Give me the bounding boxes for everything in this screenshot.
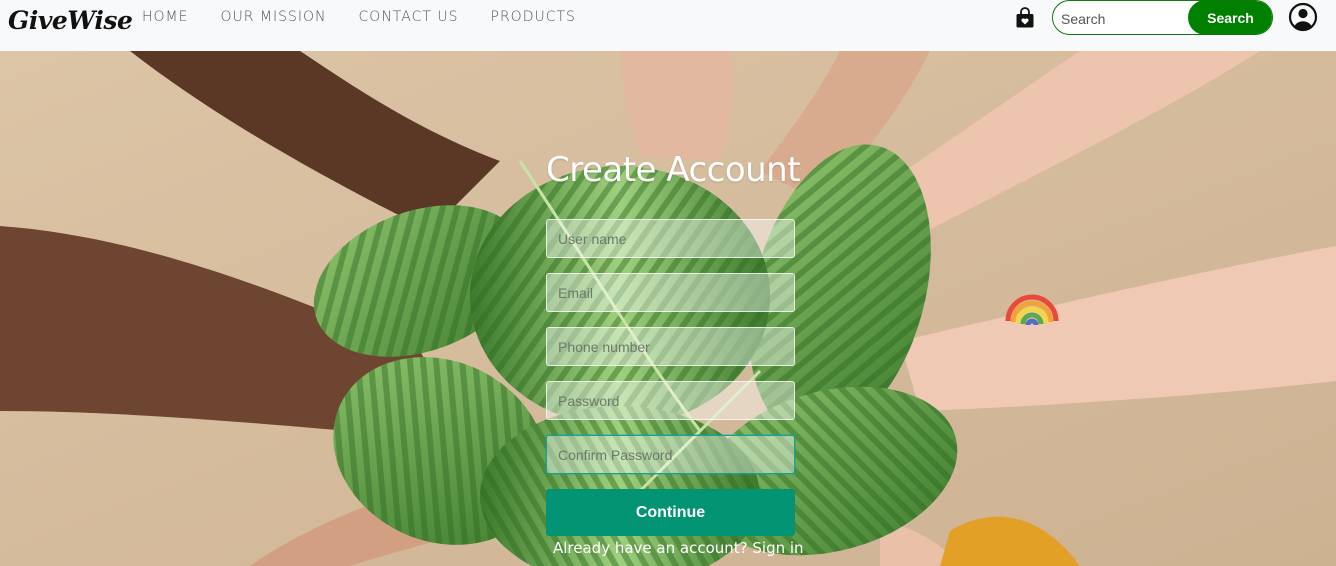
shopping-bag-icon[interactable] [1014, 7, 1036, 29]
nav-home-link[interactable]: HOME [142, 9, 188, 25]
signin-prompt-text: Already have an account? [553, 539, 748, 557]
nav-links: HOME OUR MISSION CONTACT US PRODUCTS [142, 0, 608, 34]
signin-link[interactable]: Sign in [752, 539, 803, 557]
password-field[interactable] [546, 381, 795, 420]
search-input[interactable] [1053, 1, 1203, 34]
username-field[interactable] [546, 219, 795, 258]
search-box: Search [1052, 0, 1273, 35]
navbar: GiveWise HOME OUR MISSION CONTACT US PRO… [0, 0, 1336, 51]
brand-logo[interactable]: GiveWise [8, 6, 133, 35]
continue-button[interactable]: Continue [546, 489, 795, 536]
confirm-password-field[interactable] [546, 435, 795, 474]
phone-field[interactable] [546, 327, 795, 366]
search-button[interactable]: Search [1188, 1, 1272, 34]
nav-products-link[interactable]: PRODUCTS [491, 9, 576, 25]
nav-contact-link[interactable]: CONTACT US [359, 9, 459, 25]
nav-mission-link[interactable]: OUR MISSION [220, 9, 326, 25]
email-field[interactable] [546, 273, 795, 312]
user-circle-icon[interactable] [1288, 2, 1318, 32]
signin-prompt: Already have an account? Sign in [553, 539, 804, 557]
create-account-title: Create Account [546, 150, 801, 190]
